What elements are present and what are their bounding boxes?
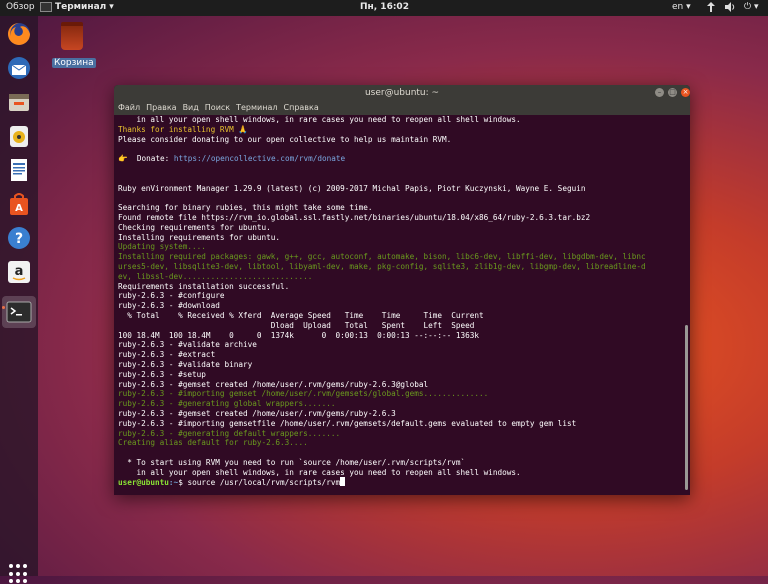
terminal-window: user@ubuntu: ~ – □ × Файл Правка Вид Поиск Т… [114, 85, 690, 495]
terminal-line: * To start using RVM you need to run `so… [118, 457, 466, 467]
trash-icon [61, 22, 83, 50]
terminal-line: Updating system.... [118, 242, 206, 252]
svg-text:a: a [15, 264, 24, 279]
volume-icon[interactable] [724, 1, 736, 16]
amazon-icon[interactable]: a [5, 258, 33, 286]
top-bar: Обзор Терминал ▾ Пн, 16:02 en ▾ ⏻ ▾ [0, 0, 768, 16]
menu-item[interactable]: Поиск [205, 101, 230, 115]
terminal-line: Checking requirements for ubuntu. [118, 222, 271, 232]
terminal-line: Please consider donating to our open col… [118, 134, 452, 144]
terminal-line: ruby-2.6.3 - #download [118, 301, 220, 311]
svg-text:?: ? [15, 231, 23, 247]
terminal-line: ruby-2.6.3 - #gemset created /home/user/… [118, 408, 396, 418]
scrollbar[interactable] [685, 325, 688, 490]
network-icon[interactable] [706, 1, 716, 16]
close-button[interactable]: × [681, 88, 690, 97]
writer-icon[interactable] [5, 156, 33, 184]
terminal-line: Installing required packages: gawk, g++,… [118, 252, 646, 262]
language-indicator[interactable]: en ▾ [672, 2, 691, 12]
text-cursor [340, 477, 346, 487]
terminal-line: % Total % Received % Xferd Average Speed… [118, 310, 484, 320]
menu-item[interactable]: Правка [146, 101, 176, 115]
trash-label: Корзина [52, 58, 96, 68]
terminal-line: Thanks for installing RVM 🙏 [118, 124, 248, 134]
terminal-line: ev, libssl-dev..........................… [118, 271, 313, 281]
terminal-line: 👉 Donate: https://opencollective.com/rvm… [118, 154, 346, 164]
terminal-line: Searching for binary rubies, this might … [118, 203, 373, 213]
terminal-line: ruby-2.6.3 - #gemset created /home/user/… [118, 379, 429, 389]
show-applications-icon[interactable] [9, 564, 29, 584]
files-icon[interactable] [5, 88, 33, 116]
terminal-line: ruby-2.6.3 - #configure [118, 291, 225, 301]
terminal-line: urses5-dev, libsqlite3-dev, libtool, lib… [118, 261, 646, 271]
maximize-button[interactable]: □ [668, 88, 677, 97]
terminal-app-icon [40, 2, 52, 12]
terminal-line: Installing requirements for ubuntu. [118, 232, 280, 242]
terminal-line: Creating alias default for ruby-2.6.3...… [118, 438, 308, 448]
firefox-icon[interactable] [5, 20, 33, 48]
terminal-line: Requirements installation successful. [118, 281, 290, 291]
desktop-trash[interactable]: Корзина [52, 22, 96, 69]
terminal-line: ruby-2.6.3 - #validate binary [118, 359, 253, 369]
help-icon[interactable]: ? [5, 224, 33, 252]
thunderbird-icon[interactable] [5, 54, 33, 82]
menu-item[interactable]: Терминал [236, 101, 277, 115]
terminal-line: Ruby enVironment Manager 1.29.9 (latest)… [118, 183, 586, 193]
terminal-line: ruby-2.6.3 - #generating default wrapper… [118, 428, 341, 438]
power-icon[interactable]: ⏻ ▾ [744, 2, 759, 12]
minimize-button[interactable]: – [655, 88, 664, 97]
menu-bar: Файл Правка Вид Поиск Терминал Справка [114, 101, 690, 115]
terminal-output[interactable]: in all your open shell windows, in rare … [114, 115, 680, 495]
app-menu[interactable]: Терминал ▾ [40, 2, 114, 12]
terminal-line: ruby-2.6.3 - #setup [118, 369, 206, 379]
clock[interactable]: Пн, 16:02 [360, 2, 409, 12]
terminal-line: ruby-2.6.3 - #generating global wrappers… [118, 399, 336, 409]
software-center-icon[interactable]: A [5, 190, 33, 218]
menu-item[interactable]: Файл [118, 101, 140, 115]
prompt-line[interactable]: user@ubuntu:~$ source /usr/local/rvm/scr… [118, 477, 680, 487]
dock: A ? a [0, 16, 38, 584]
donate-link[interactable]: https://opencollective.com/rvm/donate [174, 154, 345, 163]
window-title: user@ubuntu: ~ [364, 88, 440, 98]
svg-text:A: A [15, 203, 23, 214]
terminal-line: ruby-2.6.3 - #validate archive [118, 340, 257, 350]
rhythmbox-icon[interactable] [5, 122, 33, 150]
terminal-line: ruby-2.6.3 - #extract [118, 350, 216, 360]
terminal-line: 100 18.4M 100 18.4M 0 0 1374k 0 0:00:13 … [118, 330, 480, 340]
chevron-down-icon: ▾ [109, 2, 114, 12]
terminal-line: Dload Upload Total Spent Left Speed [118, 320, 475, 330]
terminal-line: ruby-2.6.3 - #importing gemsetfile /home… [118, 418, 577, 428]
terminal-line: in all your open shell windows, in rare … [118, 467, 521, 477]
terminal-icon[interactable] [2, 296, 36, 328]
window-titlebar[interactable]: user@ubuntu: ~ – □ × [114, 85, 690, 101]
activities-button[interactable]: Обзор [6, 2, 35, 12]
menu-item[interactable]: Вид [183, 101, 199, 115]
menu-item[interactable]: Справка [284, 101, 319, 115]
terminal-line: in all your open shell windows, in rare … [118, 115, 521, 124]
terminal-line: ruby-2.6.3 - #importing gemset /home/use… [118, 389, 489, 399]
app-menu-label: Терминал [55, 2, 107, 12]
terminal-line: Found remote file https://rvm_io.global.… [118, 212, 591, 222]
